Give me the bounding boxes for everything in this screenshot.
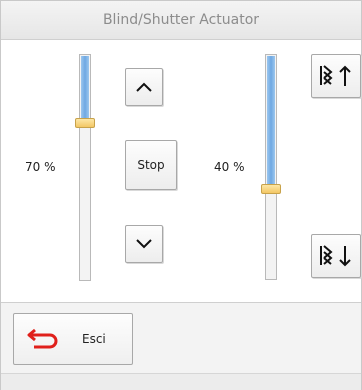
move-down-button[interactable] — [125, 225, 163, 263]
slat-percentage: 40 % — [214, 160, 245, 174]
status-bar — [1, 374, 361, 390]
chevron-up-icon — [136, 82, 152, 92]
stop-button[interactable]: Stop — [125, 140, 177, 190]
slat-angle-slider-fill — [267, 56, 275, 192]
position-slider-thumb[interactable] — [75, 118, 95, 128]
slats-down-arrow-icon — [320, 245, 351, 267]
window-titlebar: Blind/Shutter Actuator — [1, 1, 361, 40]
move-up-button[interactable] — [125, 68, 163, 106]
position-slider-fill — [81, 56, 89, 126]
chevron-down-icon — [136, 239, 152, 249]
slats-down-button[interactable] — [311, 234, 361, 278]
position-percentage: 70 % — [25, 160, 56, 174]
stop-button-label: Stop — [137, 158, 165, 172]
slats-up-button[interactable] — [311, 54, 361, 98]
position-slider[interactable] — [75, 54, 95, 281]
return-arrow-icon — [27, 328, 58, 349]
window-title: Blind/Shutter Actuator — [102, 12, 260, 28]
actuator-controls-panel: 70 % Stop 40 % — [1, 40, 361, 303]
exit-button-label: Esci — [82, 332, 106, 346]
exit-button[interactable]: Esci — [13, 313, 133, 365]
blind-shutter-window: Blind/Shutter Actuator 70 % Stop 40 % Es… — [0, 0, 362, 390]
slat-angle-slider[interactable] — [261, 54, 281, 280]
slat-angle-slider-thumb[interactable] — [261, 184, 281, 194]
slats-up-arrow-icon — [320, 65, 351, 86]
